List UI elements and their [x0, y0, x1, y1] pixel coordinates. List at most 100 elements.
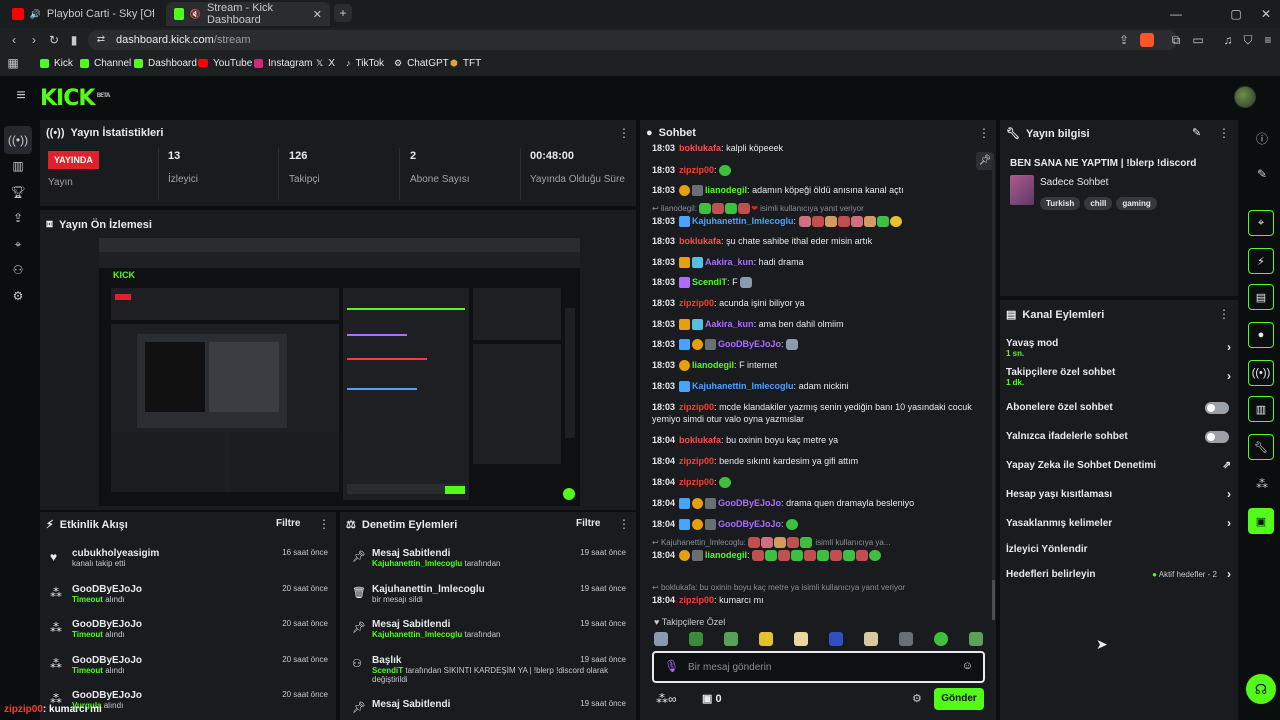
layout-icon[interactable]: ▥ — [1248, 396, 1274, 422]
msg-user[interactable]: lianodegil — [692, 360, 734, 370]
bookmark-kick[interactable]: Kick — [40, 54, 73, 72]
bookmark-dashboard[interactable]: Dashboard — [134, 54, 197, 72]
share-icon[interactable]: ⇪ — [1116, 30, 1132, 50]
moderation-filter-button[interactable]: Filtre — [576, 518, 600, 529]
activity-filter-button[interactable]: Filtre — [276, 518, 300, 529]
msg-user[interactable]: GooDByEJoJo — [718, 339, 781, 349]
msg-user[interactable]: ScendiT — [692, 277, 727, 287]
sidebar-icon[interactable]: ▭ — [1190, 30, 1206, 50]
settings-icon[interactable]: ⚙ — [4, 282, 32, 310]
points-display[interactable]: ▣ 0 — [702, 692, 722, 705]
bookmark-channel[interactable]: Channel — [80, 54, 131, 72]
msg-user[interactable]: zipzip00 — [679, 595, 714, 605]
address-bar[interactable]: dashboard.kick.com/stream — [88, 30, 1178, 50]
quick-actions-icon[interactable]: ⚡︎ — [1248, 248, 1274, 274]
community-icon[interactable]: ⁂ — [1248, 470, 1276, 498]
broadcast-icon[interactable]: ((•)) — [1248, 360, 1274, 386]
tools-icon[interactable]: 🔧︎ — [1248, 434, 1274, 460]
bookmark-chatgpt[interactable]: ⚙ ChatGPT — [394, 54, 449, 72]
emote-icon[interactable] — [759, 632, 773, 646]
emote-icon[interactable] — [899, 632, 913, 646]
host-row[interactable]: İzleyici Yönlendir — [1006, 544, 1231, 558]
avatar[interactable] — [1234, 86, 1256, 108]
support-icon[interactable]: ☊ — [1246, 674, 1276, 704]
points-icon[interactable]: ⁂∞ — [656, 692, 677, 706]
moderation-menu-icon[interactable]: ⋮ — [618, 517, 630, 531]
forward-icon[interactable]: › — [26, 30, 42, 50]
emote-icon[interactable] — [864, 632, 878, 646]
chat-widget-icon[interactable]: ● — [1248, 322, 1274, 348]
banned-words-row[interactable]: Yasaklanmış kelimeler › — [1006, 516, 1231, 532]
emote-icon[interactable] — [969, 632, 983, 646]
bookmark-instagram[interactable]: Instagram — [254, 54, 312, 72]
goals-row[interactable]: Hedefleri belirleyin ● Aktif hedefler - 2… — [1006, 567, 1231, 583]
msg-user[interactable]: boklukafa — [679, 143, 721, 153]
emotes-only-toggle[interactable] — [1205, 431, 1229, 443]
channel-actions-menu-icon[interactable]: ⋮ — [1218, 307, 1230, 321]
msg-user[interactable]: GooDByEJoJo — [718, 519, 781, 529]
add-widget-icon[interactable]: ▣ — [1248, 508, 1274, 534]
bookmark-x[interactable]: 𝕏X — [316, 54, 335, 72]
msg-user[interactable]: Kajuhanettin_lmlecoglu — [692, 216, 794, 226]
stream-icon[interactable]: ((•)) — [4, 126, 32, 154]
emote-icon[interactable] — [934, 632, 948, 646]
minimize-icon[interactable]: — — [1166, 4, 1186, 24]
category-name[interactable]: Sadece Sohbet — [1040, 177, 1108, 188]
msg-user[interactable]: GooDByEJoJo — [718, 498, 781, 508]
msg-user[interactable]: zipzip00 — [679, 165, 714, 175]
bookmark-youtube[interactable]: YouTube — [198, 54, 252, 72]
msg-user[interactable]: zipzip00 — [679, 298, 714, 308]
msg-user[interactable]: zipzip00 — [679, 477, 714, 487]
trophy-icon[interactable]: 🏆︎ — [4, 178, 32, 206]
pencil-icon[interactable]: ✎ — [1248, 160, 1276, 188]
community-icon[interactable]: ⚇ — [4, 256, 32, 284]
moderation-widget-icon[interactable]: ⌖ — [1248, 210, 1274, 236]
msg-user[interactable]: Aakira_kun — [705, 257, 754, 267]
bookmark-tft[interactable]: ⬢ TFT — [450, 54, 481, 72]
tab-youtube[interactable]: 🔊 Playboi Carti - Sky [Official Video] — [4, 2, 162, 26]
emoji-picker-icon[interactable]: ☺ — [962, 660, 973, 672]
tag[interactable]: Turkish — [1040, 197, 1081, 210]
bookmark-icon[interactable]: ▮ — [66, 30, 82, 50]
upload-icon[interactable]: ⇪ — [4, 204, 32, 232]
bookmark-tiktok[interactable]: ♪ TikTok — [346, 54, 384, 72]
msg-user[interactable]: zipzip00 — [679, 456, 714, 466]
tag[interactable]: chill — [1084, 197, 1113, 210]
vpn-icon[interactable]: ⛉ — [1240, 30, 1256, 50]
stats-menu-icon[interactable]: ⋮ — [618, 126, 630, 140]
category-thumbnail[interactable] — [1010, 175, 1034, 205]
emote-icon[interactable] — [829, 632, 843, 646]
subscribers-only-toggle[interactable] — [1205, 402, 1229, 414]
maximize-icon[interactable]: ▢ — [1226, 4, 1246, 24]
ai-moderation-row[interactable]: Yapay Zeka ile Sohbet Denetimi ⇗ — [1006, 460, 1231, 474]
send-button[interactable]: Gönder — [934, 688, 984, 710]
emote-icon[interactable] — [794, 632, 808, 646]
moderation-icon[interactable]: ⌖ — [4, 230, 32, 258]
msg-user[interactable]: zipzip00 — [679, 402, 714, 412]
slow-mode-row[interactable]: Yavaş mod 1 sn. › — [1006, 338, 1231, 360]
msg-user[interactable]: boklukafa — [679, 435, 721, 445]
edit-icon[interactable]: ✎ — [1192, 126, 1201, 139]
site-info-icon[interactable]: ⇄ — [94, 30, 108, 50]
chat-scrollbar[interactable] — [992, 160, 995, 620]
new-tab-icon[interactable]: + — [334, 4, 352, 22]
msg-user[interactable]: lianodegil — [705, 550, 747, 560]
apps-icon[interactable]: ▦ — [6, 53, 20, 73]
media-icon[interactable]: ♫ — [1220, 30, 1236, 50]
chat-menu-icon[interactable]: ⋮ — [978, 126, 990, 140]
emote-icon[interactable] — [654, 632, 668, 646]
close-window-icon[interactable]: ✕ — [1256, 4, 1276, 24]
close-tab-icon[interactable]: ✕ — [313, 8, 322, 21]
hamburger-icon[interactable]: ≡ — [12, 86, 30, 106]
account-age-row[interactable]: Hesap yaşı kısıtlaması › — [1006, 487, 1231, 503]
chat-settings-icon[interactable]: ⚙ — [912, 692, 922, 705]
emote-icon[interactable] — [689, 632, 703, 646]
msg-user[interactable]: Kajuhanettin_lmlecoglu — [692, 381, 794, 391]
menu-icon[interactable]: ≡ — [1260, 30, 1276, 50]
msg-user[interactable]: Aakira_kun — [705, 319, 754, 329]
scrollbar-thumb[interactable] — [992, 580, 995, 620]
tag[interactable]: gaming — [1116, 197, 1157, 210]
reload-icon[interactable]: ↻ — [46, 30, 62, 50]
activity-menu-icon[interactable]: ⋮ — [318, 517, 330, 531]
tab-kick[interactable]: 🔇 Stream - Kick Dashboard ✕ — [166, 2, 330, 26]
